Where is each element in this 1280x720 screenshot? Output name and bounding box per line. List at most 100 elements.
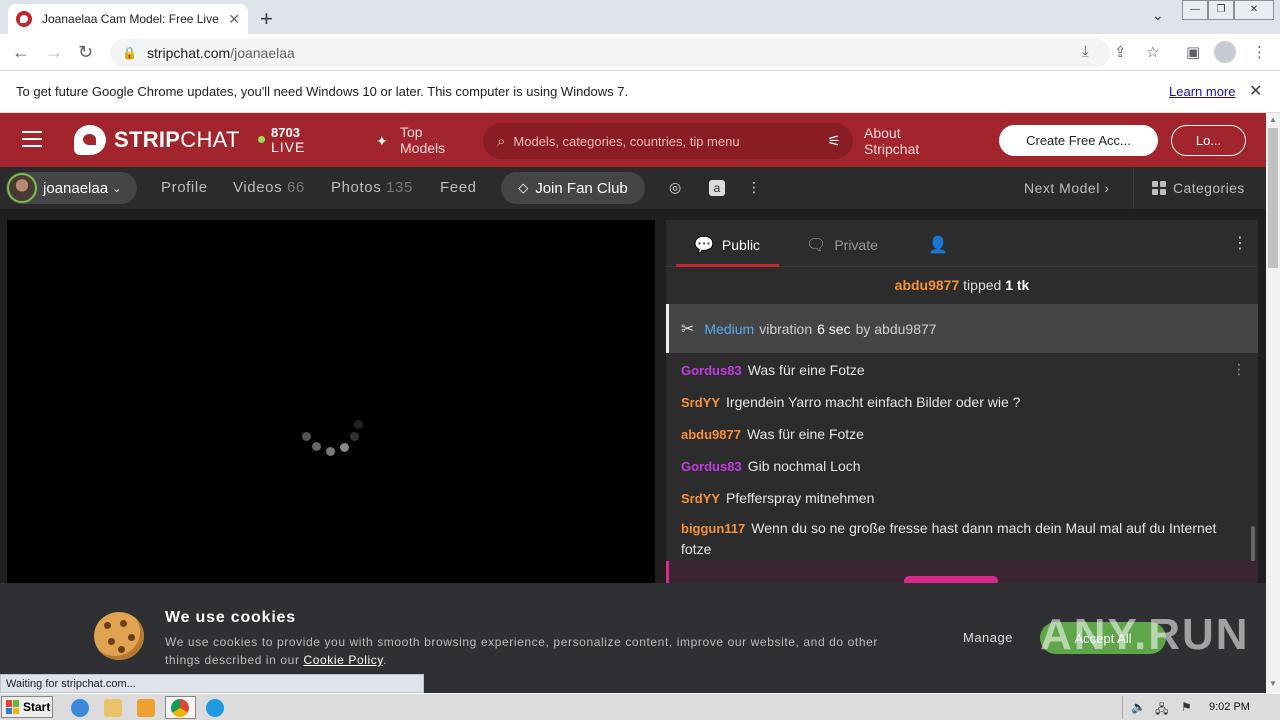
chat-text: Was für eine Fotze [747,362,865,378]
divider [1133,167,1134,209]
action-center-flag-icon[interactable]: ⚑ [1181,700,1192,714]
live-counter[interactable]: 8703 LIVE [258,125,305,155]
edge-icon[interactable] [206,699,224,717]
profile-avatar-icon[interactable] [1214,41,1236,63]
side-panel-icon[interactable]: ▣ [1186,43,1200,61]
tab-profile[interactable]: Profile [161,179,208,196]
live-count: 8703 [271,125,300,140]
tab-private-label: Private [834,237,878,253]
join-fan-club-button[interactable]: ◇ Join Fan Club [501,172,645,204]
vibration-duration: 6 sec [817,320,851,337]
media-player-icon[interactable] [137,699,155,717]
chat-text: Was für eine Fotze [746,426,864,442]
hamburger-menu-icon[interactable] [22,131,42,147]
chat-username[interactable]: SrdYY [681,395,720,410]
window-close-icon[interactable]: ✕ [1234,0,1274,20]
logo-text-thin: CHAT [180,127,240,152]
clock[interactable]: 9:02 PM [1209,701,1250,713]
address-bar[interactable]: 🔒 stripchat.com/joanaelaa [110,39,1110,67]
start-label: Start [23,700,51,714]
tip-verb: tipped [963,277,1002,293]
filter-sliders-icon[interactable]: ⚟ [828,132,841,150]
vibration-notice: ✂ Medium vibration 6 sec by abdu9877 [666,304,1258,353]
chat-message: abdu9877 Was für eine Fotze [681,424,1226,445]
chat-username[interactable]: SrdYY [681,491,720,506]
video-player[interactable] [7,220,655,583]
tip-notice: abdu9877 tipped 1 tk [666,268,1258,302]
chrome-icon[interactable] [171,699,189,717]
tab-private[interactable]: 🗨 Private [806,235,878,255]
chat-username[interactable]: Gordus83 [681,459,742,474]
internet-explorer-icon[interactable] [71,699,89,717]
scrollbar-thumb[interactable] [1268,128,1278,268]
categories-button[interactable]: Categories [1152,180,1245,196]
browser-status-bubble: Waiting for stripchat.com... [0,674,424,693]
diamond-icon: ◇ [518,180,529,195]
chrome-menu-icon[interactable]: ⋮ [1252,43,1267,61]
forward-arrow-icon[interactable]: → [45,42,63,63]
lock-icon[interactable]: 🔒 [122,46,137,60]
tip-amount: 1 tk [1005,277,1030,293]
tab-public[interactable]: 💬 Public [694,235,760,255]
tab-users[interactable]: 👤 [928,235,956,255]
message-menu-icon[interactable]: ⋮ [1232,361,1246,378]
loading-spinner-icon [300,418,364,458]
tip-user[interactable]: abdu9877 [895,277,960,293]
login-button[interactable]: Lo... [1171,125,1246,156]
tab-photos[interactable]: Photos 135 [331,179,413,196]
model-avatar [7,173,37,203]
chat-text: Wenn du so ne große fresse hast dann mac… [681,520,1217,557]
install-app-icon[interactable]: ⤓ [1082,43,1089,60]
chevron-right-icon: › [1104,180,1110,196]
url-host: stripchat.com [146,45,231,61]
manage-cookies-button[interactable]: Manage [963,630,1013,645]
instagram-icon[interactable]: ◎ [669,179,681,196]
scroll-down-arrow-icon[interactable]: ▼ [1269,679,1277,688]
model-nav-bar: joanaelaa ⌄ Profile Videos 66 Photos 135… [0,167,1266,209]
stripchat-favicon-icon [16,11,32,27]
grid-icon [1152,181,1166,195]
chat-message: biggun117 Wenn du so ne große fresse hast… [681,518,1226,559]
next-model-link[interactable]: Next Model › [1024,180,1109,196]
search-placeholder: Models, categories, countries, tip menu [513,133,740,149]
amazon-icon[interactable]: a [709,180,725,196]
photos-label: Photos [331,179,382,196]
chat-username[interactable]: biggun117 [681,521,745,536]
file-explorer-icon[interactable] [104,699,122,717]
about-line1: About [864,125,901,141]
volume-icon[interactable]: 🔈 [1131,700,1146,714]
infobar-message: To get future Google Chrome updates, you… [16,84,629,99]
network-icon[interactable]: 🖧 [1155,700,1168,720]
page-scrollbar[interactable]: ▲ ▼ [1266,113,1280,693]
browser-tab[interactable]: Joanaelaa Cam Model: Free Live Sex ✕ [8,4,248,34]
chat-username[interactable]: abdu9877 [681,427,741,442]
learn-more-link[interactable]: Learn more [1169,84,1235,99]
about-stripchat-link[interactable]: About Stripchat [864,125,919,157]
maximize-icon[interactable]: ❐ [1208,0,1234,20]
scroll-up-arrow-icon[interactable]: ▲ [1269,115,1277,124]
infobar-close-icon[interactable]: ✕ [1249,81,1262,101]
tab-search-chevron-icon[interactable]: ⌄ [1152,7,1164,24]
stripchat-logo[interactable]: STRIPCHAT [74,125,240,155]
site-header: STRIPCHAT 8703 LIVE TopModels ⌕ Models, … [0,113,1266,167]
bookmark-star-icon[interactable]: ☆ [1146,43,1159,61]
tab-feed[interactable]: Feed [440,179,477,196]
chat-menu-icon[interactable]: ⋮ [1232,233,1248,253]
videos-label: Videos [233,179,283,196]
tab-close-icon[interactable]: ✕ [228,11,240,28]
cookie-policy-link[interactable]: Cookie Policy [303,653,383,667]
start-button[interactable]: Start [1,696,53,718]
reload-icon[interactable]: ↻ [78,42,93,63]
minimize-icon[interactable]: — [1182,0,1208,20]
back-arrow-icon[interactable]: ← [12,42,30,63]
site-search-input[interactable]: ⌕ Models, categories, countries, tip men… [483,123,853,159]
chat-message: Gordus83 Gib nochmal Loch [681,456,1226,477]
chat-username[interactable]: Gordus83 [681,363,742,378]
model-chip[interactable]: joanaelaa ⌄ [6,172,137,204]
share-icon[interactable]: ⇪ [1114,43,1127,61]
create-account-button[interactable]: Create Free Acc... [999,125,1158,156]
tab-videos[interactable]: Videos 66 [233,179,305,196]
new-tab-icon[interactable]: + [260,6,273,32]
more-options-icon[interactable]: ⋮ [747,179,761,196]
top-models-link[interactable]: TopModels [376,124,445,156]
